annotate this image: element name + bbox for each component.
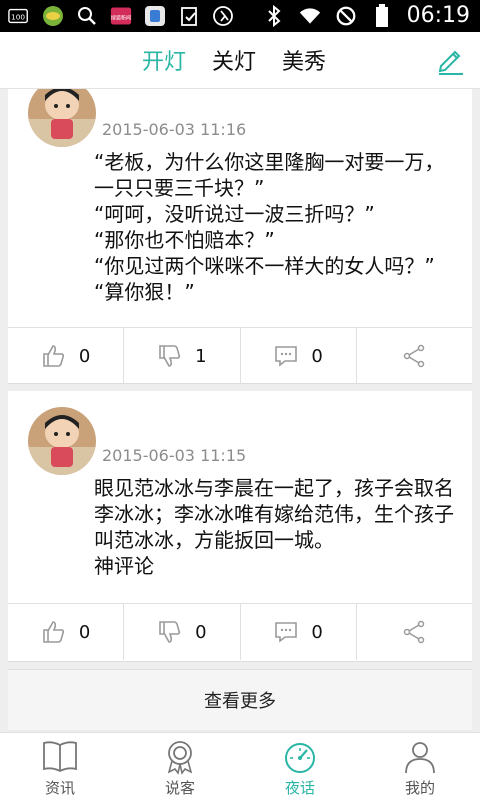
status-bar: 100 搜狐新闻 06:19: [0, 0, 480, 32]
speedometer-icon: [285, 743, 315, 773]
thumbs-up-icon: [43, 621, 65, 643]
share-icon: [404, 344, 425, 368]
nav-label: 资讯: [44, 779, 75, 797]
thumbs-up-icon: [43, 345, 65, 367]
post-time: 2015-06-03 11:15: [102, 446, 247, 465]
nav-item-night-talk[interactable]: 夜话: [240, 733, 360, 801]
nav-label: 说客: [164, 779, 195, 797]
comment-button[interactable]: 0: [241, 604, 357, 660]
tab-lights-off[interactable]: 关灯: [212, 44, 256, 76]
nav-label: 夜话: [284, 779, 315, 797]
book-icon: [43, 741, 77, 773]
game-app-icon: [42, 5, 64, 27]
post-card: 2015-06-03 11:16 “老板，为什么你这里隆胸一对要一万，一只只要三…: [8, 89, 472, 384]
share-button[interactable]: [357, 604, 472, 660]
comment-button[interactable]: 0: [241, 328, 357, 384]
wifi-icon: [299, 5, 321, 27]
comment-count: 0: [311, 345, 323, 367]
comment-icon: [275, 622, 298, 643]
clipboard-check-icon: [178, 5, 200, 27]
dislike-count: 1: [195, 345, 207, 367]
post-actions: 0 1 0: [8, 327, 472, 384]
post-time: 2015-06-03 11:16: [102, 120, 247, 139]
bluetooth-icon: [263, 4, 285, 28]
do-not-disturb-icon: [335, 5, 357, 27]
person-icon: [405, 742, 435, 774]
feed[interactable]: 2015-06-03 11:16 “老板，为什么你这里隆胸一对要一万，一只只要三…: [0, 89, 480, 732]
battery-icon: [371, 4, 393, 27]
share-button[interactable]: [357, 328, 472, 384]
like-button[interactable]: 0: [8, 604, 125, 660]
clock: 06:19: [406, 3, 470, 28]
post-content: “老板，为什么你这里隆胸一对要一万，一只只要三千块？” “呵呵，没听说过一波三折…: [94, 150, 445, 304]
post-actions: 0 0 0: [8, 603, 472, 660]
thumbs-down-icon: [159, 345, 181, 367]
like-count: 0: [78, 621, 91, 643]
nav-label: 我的: [404, 779, 435, 797]
avatar[interactable]: [28, 89, 96, 147]
post-content: 眼见范冰冰与李晨在一起了，孩子会取名李冰冰；李冰冰唯有嫁给范伟，生个孩子叫范冰冰…: [94, 476, 454, 578]
like-count: 0: [78, 345, 91, 367]
tab-bar: 开灯 关灯 美秀: [142, 44, 326, 76]
news-app-icon: 搜狐新闻: [110, 5, 132, 27]
pencil-icon: [438, 50, 463, 75]
tab-beauty-show[interactable]: 美秀: [282, 44, 326, 76]
badge-icon: [167, 741, 193, 775]
avatar[interactable]: [28, 407, 96, 475]
like-button[interactable]: 0: [8, 328, 125, 384]
run-app-icon: [212, 5, 234, 27]
post-card: 2015-06-03 11:15 眼见范冰冰与李晨在一起了，孩子会取名李冰冰；李…: [8, 391, 472, 662]
security-app-icon: [144, 5, 166, 27]
svg-text:100: 100: [11, 13, 25, 22]
dislike-count: 0: [195, 621, 207, 643]
nav-item-news[interactable]: 资讯: [0, 733, 120, 801]
dislike-button[interactable]: 0: [124, 604, 241, 660]
compose-button[interactable]: [436, 45, 466, 75]
thumbs-down-icon: [159, 621, 181, 643]
bottom-nav: 资讯 说客 夜话 我的: [0, 732, 480, 801]
nav-item-profile[interactable]: 我的: [360, 733, 480, 801]
load-more-button[interactable]: 查看更多: [8, 669, 472, 730]
nav-item-speakers[interactable]: 说客: [120, 733, 240, 801]
svg-text:搜狐新闻: 搜狐新闻: [111, 14, 131, 21]
search-icon: [76, 5, 98, 27]
dislike-button[interactable]: 1: [124, 328, 241, 384]
share-icon: [404, 620, 425, 644]
header: 开灯 关灯 美秀: [0, 32, 480, 89]
comment-icon: [275, 346, 298, 367]
comment-count: 0: [311, 621, 323, 643]
tab-lights-on[interactable]: 开灯: [142, 44, 186, 76]
battery-100-icon: 100: [8, 5, 30, 27]
